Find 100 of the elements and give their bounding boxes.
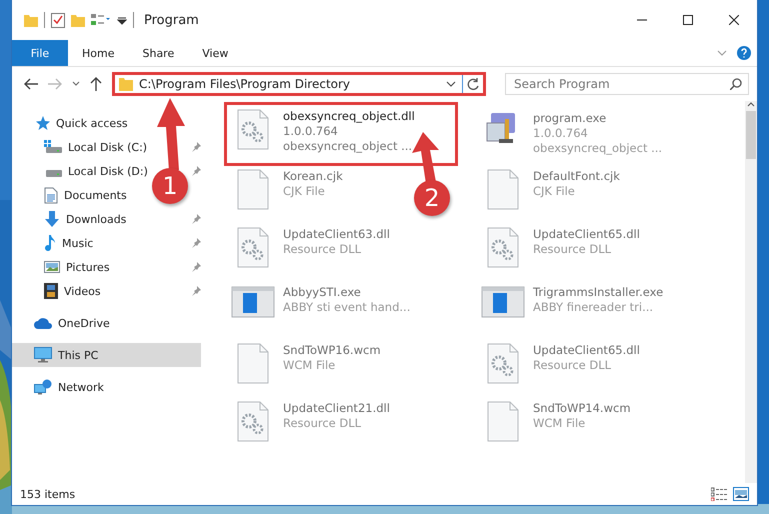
application-window-icon [481, 285, 525, 319]
maximize-icon [683, 15, 693, 25]
refresh-icon [467, 78, 479, 90]
download-arrow-icon [44, 211, 60, 227]
file-detail: CJK File [533, 184, 576, 199]
pin-icon[interactable] [191, 286, 201, 296]
document-icon [44, 186, 58, 204]
file-detail: CJK File [283, 184, 326, 199]
file-item[interactable]: SndToWP16.wcm WCM File [227, 339, 385, 389]
network-icon [34, 379, 52, 395]
file-item[interactable]: UpdateClient21.dll Resource DLL [227, 397, 394, 447]
sidebar-item[interactable]: Local Disk (D:) [12, 159, 152, 183]
folder-icon [24, 13, 38, 27]
file-item[interactable]: Korean.cjk CJK File [227, 165, 347, 215]
file-item[interactable]: UpdateClient65.dll Resource DLL [477, 223, 644, 273]
file-item[interactable]: TrigrammsInstaller.exe ABBY finereader tri... [477, 281, 668, 331]
document-icon [486, 169, 520, 211]
cloud-icon [34, 317, 52, 329]
file-detail: Resource DLL [283, 416, 362, 431]
star-icon [34, 115, 50, 131]
film-strip-icon [44, 283, 58, 299]
sidebar-item[interactable]: Music [12, 231, 98, 255]
pin-icon[interactable] [191, 262, 201, 272]
help-icon [737, 46, 751, 60]
file-name: Korean.cjk [283, 169, 343, 184]
file-detail: Resource DLL [533, 358, 612, 373]
recent-caret-icon [72, 81, 80, 87]
callout-arrow [412, 132, 439, 184]
sidebar-item[interactable]: This PC [12, 343, 201, 367]
gear-document-icon [236, 401, 270, 443]
dropdown-caret-icon [446, 81, 456, 87]
file-item[interactable]: AbbyySTI.exe ABBY sti event hand... [227, 281, 414, 331]
search-icon [730, 78, 742, 90]
close-icon [729, 15, 739, 25]
pictures-icon [44, 260, 60, 274]
pin-icon[interactable] [191, 238, 201, 248]
ribbon-tab[interactable]: Home [68, 40, 128, 66]
customize-caret-icon [117, 15, 127, 25]
document-icon [236, 343, 270, 385]
file-tab[interactable]: File [12, 40, 68, 66]
file-detail: obexsyncreq_object ... [283, 139, 414, 154]
sidebar-item[interactable]: Pictures [12, 255, 114, 279]
details-view-icon [711, 487, 727, 501]
gear-document-icon [236, 227, 270, 269]
file-detail: 1.0.0.764 [283, 124, 339, 139]
file-item[interactable]: DefaultFont.cjk CJK File [477, 165, 624, 215]
file-name: UpdateClient63.dll [283, 227, 390, 242]
up-arrow-icon [90, 77, 102, 91]
file-name: AbbyySTI.exe [283, 285, 362, 300]
gear-document-icon [486, 343, 520, 385]
file-item[interactable]: UpdateClient65.dll Resource DLL [477, 339, 644, 389]
file-detail: ABBY sti event hand... [283, 300, 410, 315]
ribbon-tab[interactable]: View [188, 40, 242, 66]
search-box[interactable]: Search Program [505, 73, 749, 95]
file-item[interactable]: UpdateClient63.dll Resource DLL [227, 223, 394, 273]
scrollbar-thumb[interactable] [746, 111, 756, 159]
sidebar-item[interactable]: Documents [12, 183, 131, 207]
music-note-icon [44, 235, 56, 251]
back-arrow-icon [24, 78, 38, 90]
pin-icon[interactable] [191, 214, 201, 224]
file-name: program.exe [533, 111, 608, 126]
file-detail: ABBY finereader tri... [533, 300, 654, 315]
ribbon-tab[interactable]: Share [128, 40, 188, 66]
sidebar-item[interactable]: Local Disk (C:) [12, 135, 152, 159]
file-name: SndToWP16.wcm [283, 343, 381, 358]
drive-icon [44, 140, 62, 154]
pin-icon[interactable] [191, 166, 201, 176]
file-item[interactable]: SndToWP14.wcm WCM File [477, 397, 635, 447]
file-name: UpdateClient21.dll [283, 401, 390, 416]
view-options-icon [91, 13, 111, 27]
window-title: Program [144, 12, 199, 28]
file-detail: WCM File [283, 358, 336, 373]
file-detail: obexsyncreq_object ... [533, 141, 662, 156]
properties-icon [51, 12, 65, 28]
scrollbar[interactable] [745, 101, 757, 483]
item-count: 153 items [20, 488, 76, 500]
file-name: TrigrammsInstaller.exe [533, 285, 664, 300]
sidebar-item[interactable]: OneDrive [12, 311, 114, 335]
sidebar-item[interactable]: Network [12, 375, 108, 399]
document-icon [236, 169, 270, 211]
file-detail: Resource DLL [283, 242, 362, 257]
address-bar[interactable]: C:\Program Files\Program Directory [112, 72, 486, 96]
file-name: DefaultFont.cjk [533, 169, 620, 184]
file-name: UpdateClient65.dll [533, 343, 640, 358]
gear-document-icon [486, 227, 520, 269]
monitor-icon [34, 347, 52, 363]
scroll-up-icon [747, 101, 755, 107]
sidebar-item[interactable]: Quick access [12, 111, 132, 135]
pin-icon[interactable] [191, 142, 201, 152]
expand-ribbon-icon [717, 50, 727, 56]
file-detail: Resource DLL [533, 242, 612, 257]
file-detail: WCM File [533, 416, 586, 431]
forward-arrow-icon [48, 78, 62, 90]
file-name: UpdateClient65.dll [533, 227, 640, 242]
file-item[interactable]: obexsyncreq_object.dll 1.0.0.764 obexsyncreq_object ... [227, 105, 455, 163]
folder-icon [71, 13, 85, 27]
sidebar-item[interactable]: Downloads [12, 207, 130, 231]
file-item[interactable]: program.exe 1.0.0.764 obexsyncreq_object ... [477, 107, 666, 157]
sidebar-item[interactable]: Videos [12, 279, 105, 303]
application-window-icon [231, 285, 275, 319]
